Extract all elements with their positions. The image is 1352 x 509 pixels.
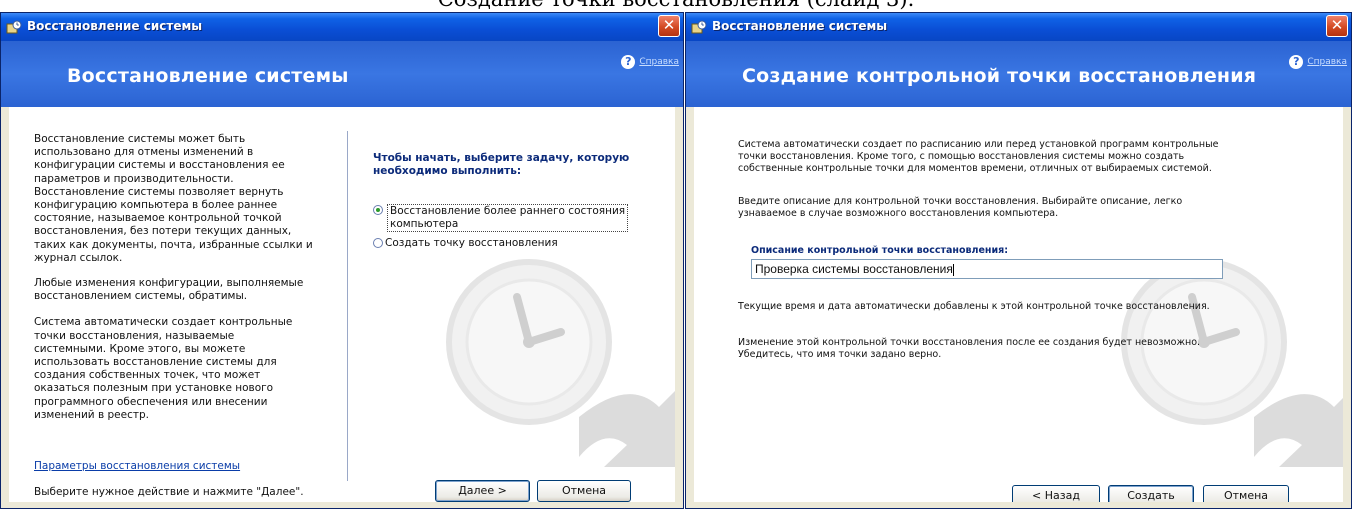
task-prompt-line: необходимо выполнить: — [373, 165, 522, 178]
wizard-content: Система автоматически создает по расписа… — [694, 107, 1343, 502]
wizard-header: Создание контрольной точки восстановлени… — [686, 41, 1351, 107]
help-link[interactable]: ? Справка — [1289, 51, 1347, 69]
cancel-button[interactable]: Отмена — [537, 480, 631, 502]
window-title: Восстановление системы — [712, 19, 888, 33]
radio-restore[interactable] — [373, 205, 383, 215]
intro-line: собственные контрольные точки для момент… — [738, 163, 1212, 174]
title-bar[interactable]: Восстановление системы ✕ — [686, 13, 1351, 41]
arrow-watermark — [579, 391, 675, 467]
warning-text: Изменение этой контрольной точки восстан… — [738, 337, 1298, 361]
task-prompt: Чтобы начать, выберите задачу, которую н… — [373, 152, 663, 178]
intro-line: журнал ссылок. — [34, 251, 123, 264]
clock-watermark — [446, 259, 675, 467]
intro-line: конфигурацию компьютера в более раннее — [34, 199, 278, 212]
help-link-label[interactable]: Справка — [1307, 57, 1347, 67]
intro-line: использовать восстановление системы для — [34, 356, 277, 369]
settings-link[interactable]: Параметры восстановления системы — [34, 460, 240, 472]
divider — [347, 131, 348, 481]
option-create-point[interactable]: Создать точку восстановления — [373, 237, 558, 250]
help-icon: ? — [621, 54, 636, 69]
wizard-content: Восстановление системы может быть использ… — [9, 107, 675, 502]
intro-line: Система автоматически создает по расписа… — [738, 139, 1219, 150]
intro-line: параметров и производительности. — [34, 172, 234, 185]
intro-text: Восстановление системы может быть использ… — [34, 133, 334, 422]
slide-caption: Создание точки восстановления (слайд 3). — [0, 0, 1352, 12]
description-input-value: Проверка системы восстановления — [755, 262, 953, 276]
create-button[interactable]: Создать — [1108, 485, 1194, 502]
system-restore-window-create-point: Восстановление системы ✕ Создание контро… — [685, 12, 1352, 509]
page-title: Восстановление системы — [67, 65, 349, 87]
intro-line: Восстановление системы позволяет вернуть — [34, 185, 284, 198]
intro-line: изменений в реестр. — [34, 408, 149, 421]
intro-text: Система автоматически создает по расписа… — [738, 139, 1298, 175]
help-link-label[interactable]: Справка — [639, 57, 679, 67]
option-restore[interactable]: Восстановление более раннего состояния к… — [373, 204, 629, 232]
arrow-watermark — [1254, 394, 1343, 467]
intro-line: Восстановление системы может быть — [34, 133, 246, 145]
datetime-note: Текущие время и дата автоматически добав… — [738, 301, 1210, 312]
next-button[interactable]: Далее > — [435, 480, 530, 502]
back-button[interactable]: < Назад — [1012, 485, 1100, 502]
window-title: Восстановление системы — [27, 19, 203, 33]
close-button[interactable]: ✕ — [658, 15, 680, 37]
option-restore-label[interactable]: Восстановление более раннего состояния к… — [387, 204, 629, 232]
wizard-header: Восстановление системы ? Справка — [1, 41, 683, 107]
intro-line: Любые изменения конфигурации, выполняемы… — [34, 277, 304, 290]
intro-line: таких как документы, почта, избранные сс… — [34, 238, 313, 251]
help-icon: ? — [1289, 54, 1304, 69]
intro-line: программного обеспечения или внесении — [34, 395, 268, 408]
option-restore-line: компьютера — [390, 218, 459, 230]
intro-line: использовано для отмены изменений в — [34, 146, 254, 159]
instruction-text: Введите описание для контрольной точки в… — [738, 196, 1298, 220]
intro-line: точки восстановления, называемые — [34, 329, 235, 342]
footer-hint: Выберите нужное действие и нажмите "Дале… — [34, 486, 304, 498]
close-icon: ✕ — [662, 16, 676, 34]
task-prompt-line: Чтобы начать, выберите задачу, которую — [373, 152, 630, 164]
system-restore-window-welcome: Восстановление системы ✕ Восстановление … — [0, 12, 684, 509]
intro-paragraph: Восстановление системы может быть использ… — [34, 133, 334, 265]
clock-watermark — [1121, 259, 1343, 467]
intro-line: системными. Кроме этого, вы можете — [34, 342, 246, 355]
cancel-button[interactable]: Отмена — [1203, 485, 1289, 502]
help-link[interactable]: ? Справка — [621, 51, 679, 69]
intro-line: оказаться полезным при установке нового — [34, 382, 274, 395]
intro-line: состояние, называемое контрольной точкой — [34, 212, 282, 225]
intro-paragraph: Любые изменения конфигурации, выполняемы… — [34, 277, 334, 303]
close-icon: ✕ — [1330, 16, 1344, 34]
close-button[interactable]: ✕ — [1326, 15, 1348, 37]
description-input[interactable]: Проверка системы восстановления — [751, 259, 1223, 279]
text-caret — [952, 263, 954, 276]
system-restore-icon — [691, 20, 707, 34]
instruction-line: узнаваемое в случае возможного восстанов… — [738, 208, 1059, 219]
warning-line: Изменение этой контрольной точки восстан… — [738, 337, 1201, 348]
intro-line: конфигурации системы и восстановления ее — [34, 159, 285, 172]
slide-caption-text: Создание точки восстановления (слайд 3). — [0, 0, 1352, 12]
instruction-line: Введите описание для контрольной точки в… — [738, 196, 1183, 207]
option-create-point-label[interactable]: Создать точку восстановления — [385, 237, 558, 249]
description-label: Описание контрольной точки восстановлени… — [751, 245, 1009, 256]
intro-line: точки восстановления. Кроме того, с помо… — [738, 151, 1185, 162]
intro-line: создания собственных точек, что может — [34, 369, 261, 382]
intro-paragraph: Система автоматически создает контрольны… — [34, 316, 334, 422]
system-restore-icon — [6, 20, 22, 34]
warning-line: Убедитесь, что имя точки задано верно. — [738, 349, 942, 360]
title-bar[interactable]: Восстановление системы ✕ — [1, 13, 683, 41]
intro-line: Система автоматически создает контрольны… — [34, 316, 293, 329]
intro-line: восстановлением системы, обратимы. — [34, 290, 248, 303]
page-title: Создание контрольной точки восстановлени… — [742, 65, 1257, 87]
radio-create-point[interactable] — [373, 238, 383, 248]
option-restore-line: Восстановление более раннего состояния — [390, 205, 626, 217]
intro-line: восстановления, без потери текущих данны… — [34, 225, 292, 238]
